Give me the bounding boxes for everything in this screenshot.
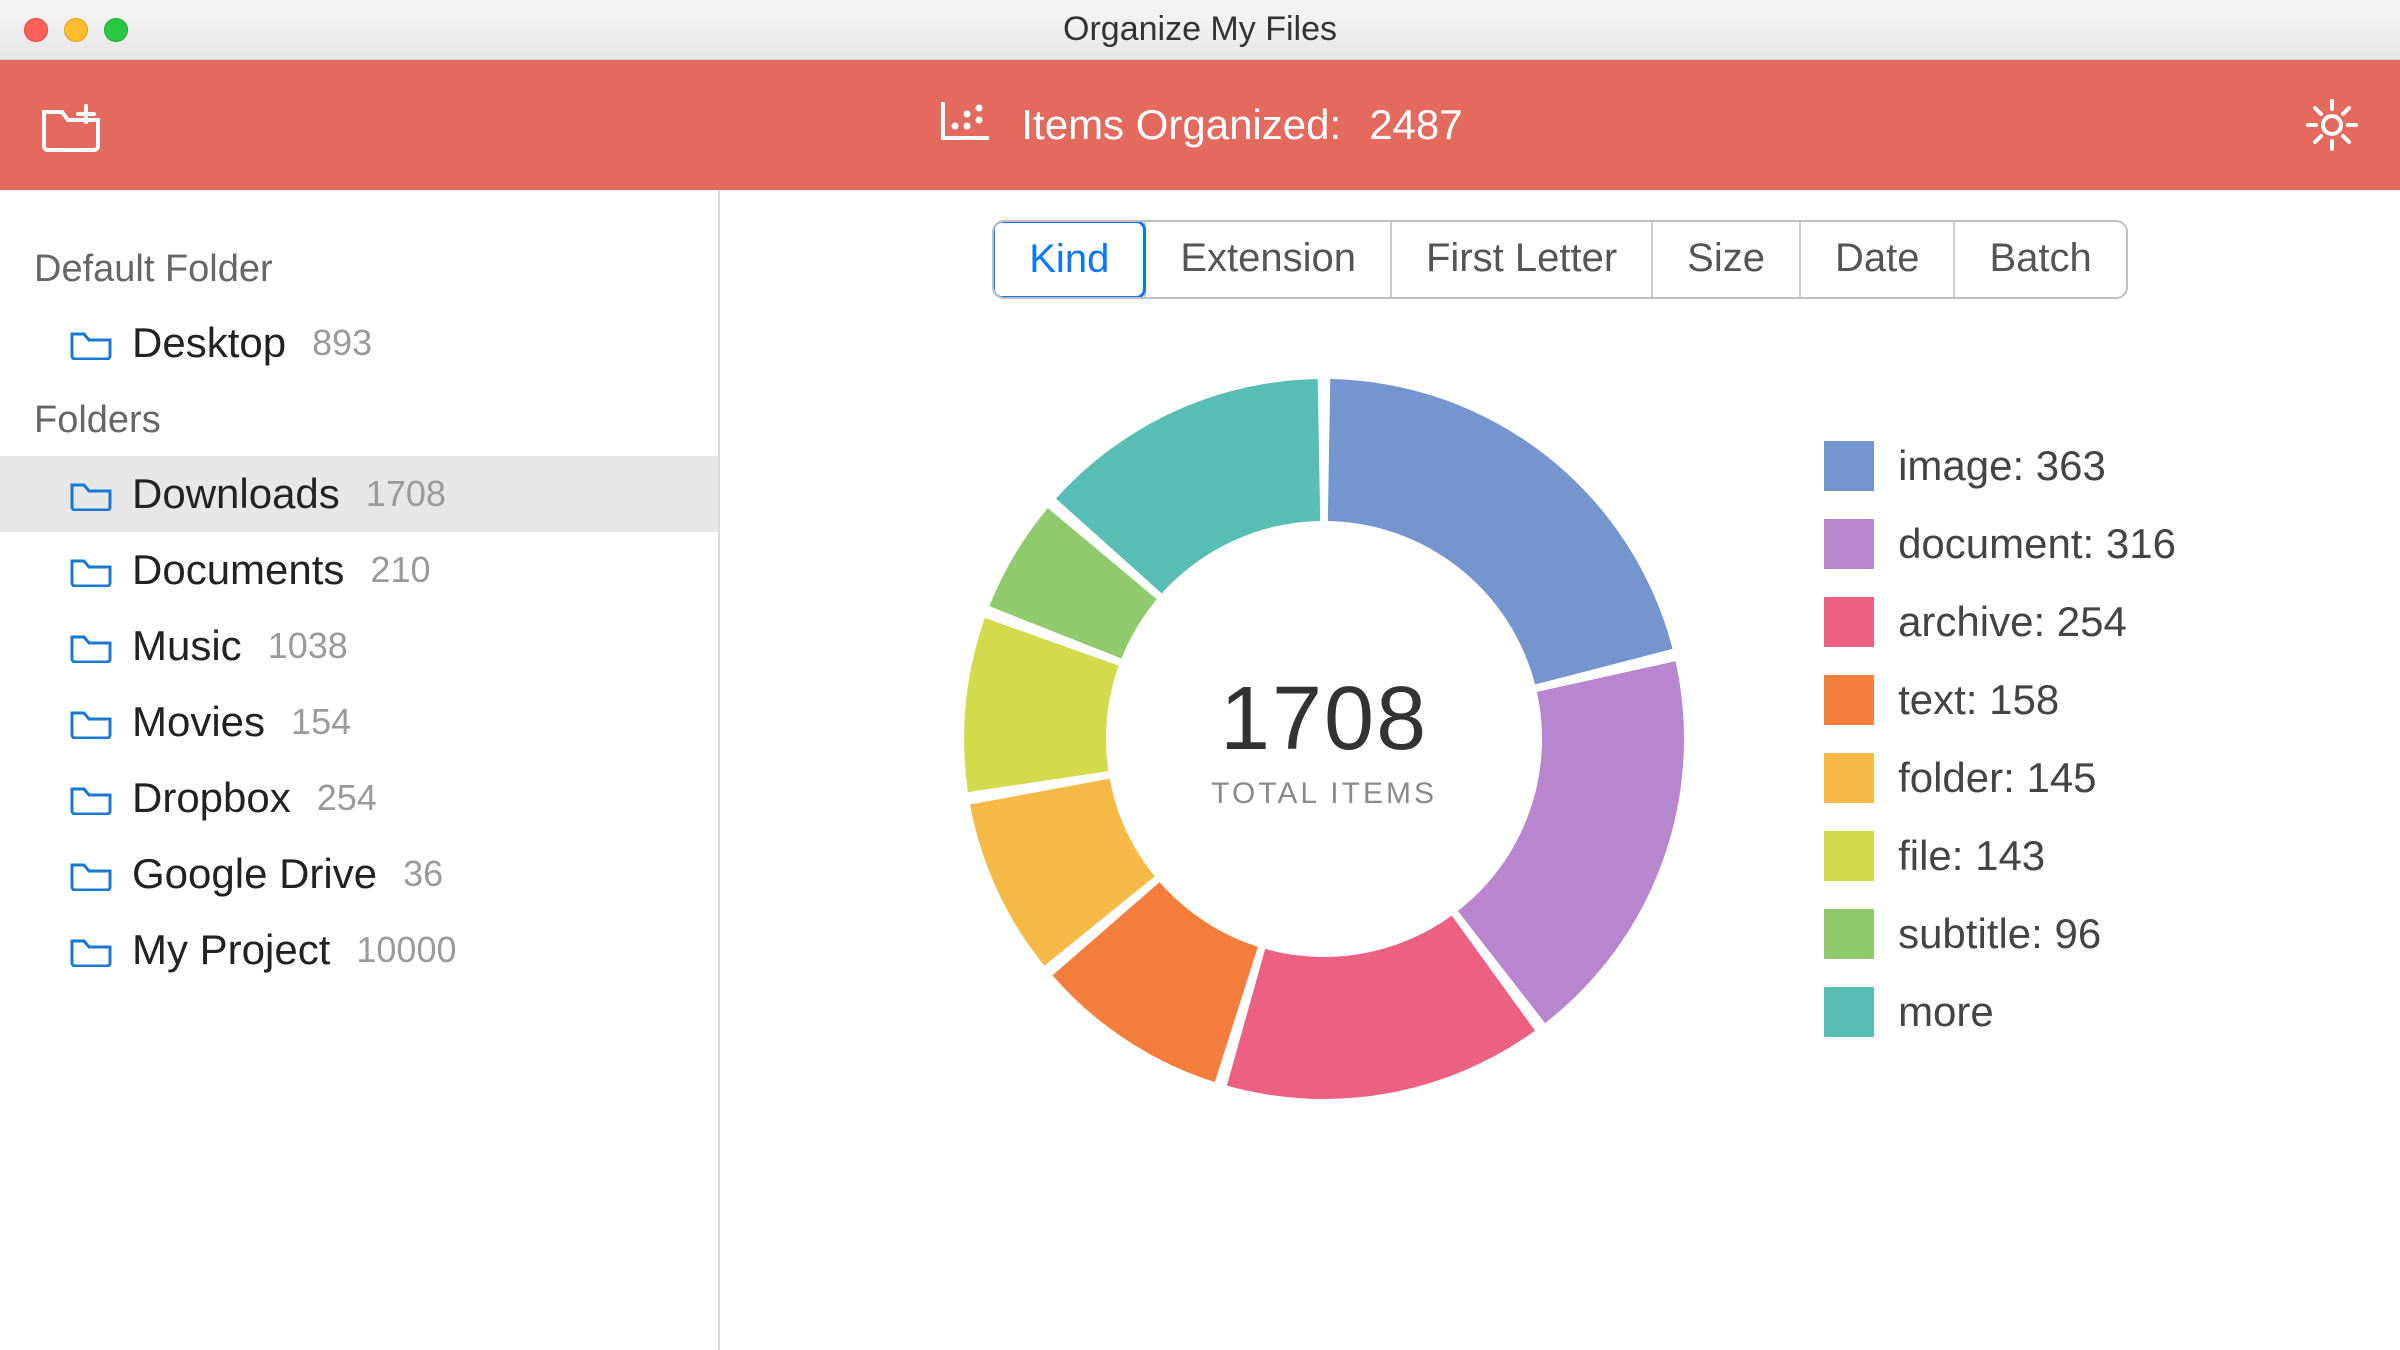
- sidebar-item-downloads[interactable]: Downloads 1708: [0, 456, 718, 532]
- sidebar-item-movies[interactable]: Movies 154: [0, 684, 718, 760]
- sidebar: Default Folder Desktop 893 Folders Downlo…: [0, 190, 720, 1350]
- legend-swatch: [1824, 909, 1874, 959]
- items-organized-count: 2487: [1369, 101, 1462, 149]
- legend-swatch: [1824, 597, 1874, 647]
- tab-batch[interactable]: Batch: [1953, 222, 2125, 297]
- header-bar: Items Organized: 2487: [0, 60, 2400, 190]
- gear-icon: [2304, 97, 2360, 153]
- legend-swatch: [1824, 441, 1874, 491]
- sidebar-item-label: Documents: [132, 546, 344, 594]
- tab-kind[interactable]: Kind: [992, 220, 1146, 299]
- sidebar-item-label: Downloads: [132, 470, 340, 518]
- sidebar-item-dropbox[interactable]: Dropbox 254: [0, 760, 718, 836]
- legend-item-document[interactable]: document: 316: [1824, 519, 2176, 569]
- legend-swatch: [1824, 831, 1874, 881]
- legend-label: image: 363: [1898, 442, 2106, 490]
- donut-slice-image[interactable]: [1328, 379, 1673, 684]
- sidebar-item-count: 36: [403, 853, 443, 895]
- sidebar-item-count: 10000: [356, 929, 456, 971]
- sidebar-item-my-project[interactable]: My Project 10000: [0, 912, 718, 988]
- legend-item-folder[interactable]: folder: 145: [1824, 753, 2176, 803]
- stats-icon: [937, 96, 993, 154]
- settings-button[interactable]: [2304, 97, 2360, 153]
- view-mode-tabs: KindExtensionFirst LetterSizeDateBatch: [992, 220, 2128, 299]
- sidebar-item-label: Movies: [132, 698, 265, 746]
- legend-item-image[interactable]: image: 363: [1824, 441, 2176, 491]
- titlebar: Organize My Files: [0, 0, 2400, 60]
- legend-label: folder: 145: [1898, 754, 2096, 802]
- legend-swatch: [1824, 675, 1874, 725]
- add-folder-button[interactable]: [40, 98, 104, 152]
- tab-first-letter[interactable]: First Letter: [1390, 222, 1651, 297]
- legend-label: text: 158: [1898, 676, 2059, 724]
- sidebar-item-count: 210: [370, 549, 430, 591]
- folder-plus-icon: [40, 98, 104, 152]
- legend-swatch: [1824, 519, 1874, 569]
- legend-item-archive[interactable]: archive: 254: [1824, 597, 2176, 647]
- sidebar-item-count: 1038: [268, 625, 348, 667]
- sidebar-item-google-drive[interactable]: Google Drive 36: [0, 836, 718, 912]
- sidebar-item-label: My Project: [132, 926, 330, 974]
- sidebar-item-count: 1708: [366, 473, 446, 515]
- legend-swatch: [1824, 987, 1874, 1037]
- header-stats: Items Organized: 2487: [937, 96, 1462, 154]
- sidebar-item-count: 254: [317, 777, 377, 819]
- sidebar-item-label: Music: [132, 622, 242, 670]
- sidebar-item-count: 154: [291, 701, 351, 743]
- sidebar-item-label: Desktop: [132, 319, 286, 367]
- chart-legend: image: 363 document: 316 archive: 254 text:…: [1824, 441, 2176, 1037]
- legend-label: archive: 254: [1898, 598, 2127, 646]
- tab-date[interactable]: Date: [1799, 222, 1954, 297]
- window-title: Organize My Files: [0, 10, 2400, 49]
- tab-size[interactable]: Size: [1651, 222, 1799, 297]
- legend-item-file[interactable]: file: 143: [1824, 831, 2176, 881]
- donut-slice-document[interactable]: [1458, 661, 1684, 1023]
- legend-item-more[interactable]: more: [1824, 987, 2176, 1037]
- sidebar-item-music[interactable]: Music 1038: [0, 608, 718, 684]
- tab-extension[interactable]: Extension: [1144, 222, 1390, 297]
- legend-label: document: 316: [1898, 520, 2176, 568]
- donut-chart: 1708 TOTAL ITEMS: [944, 359, 1704, 1119]
- legend-label: subtitle: 96: [1898, 910, 2101, 958]
- sidebar-section-default: Default Folder: [0, 230, 718, 305]
- sidebar-item-count: 893: [312, 322, 372, 364]
- sidebar-item-label: Dropbox: [132, 774, 291, 822]
- main-panel: KindExtensionFirst LetterSizeDateBatch 1…: [720, 190, 2400, 1350]
- items-organized-label: Items Organized:: [1021, 101, 1341, 149]
- sidebar-item-documents[interactable]: Documents 210: [0, 532, 718, 608]
- legend-swatch: [1824, 753, 1874, 803]
- legend-item-text[interactable]: text: 158: [1824, 675, 2176, 725]
- legend-label: more: [1898, 988, 1994, 1036]
- sidebar-item-label: Google Drive: [132, 850, 377, 898]
- sidebar-section-folders: Folders: [0, 381, 718, 456]
- legend-item-subtitle[interactable]: subtitle: 96: [1824, 909, 2176, 959]
- sidebar-item-desktop[interactable]: Desktop 893: [0, 305, 718, 381]
- legend-label: file: 143: [1898, 832, 2045, 880]
